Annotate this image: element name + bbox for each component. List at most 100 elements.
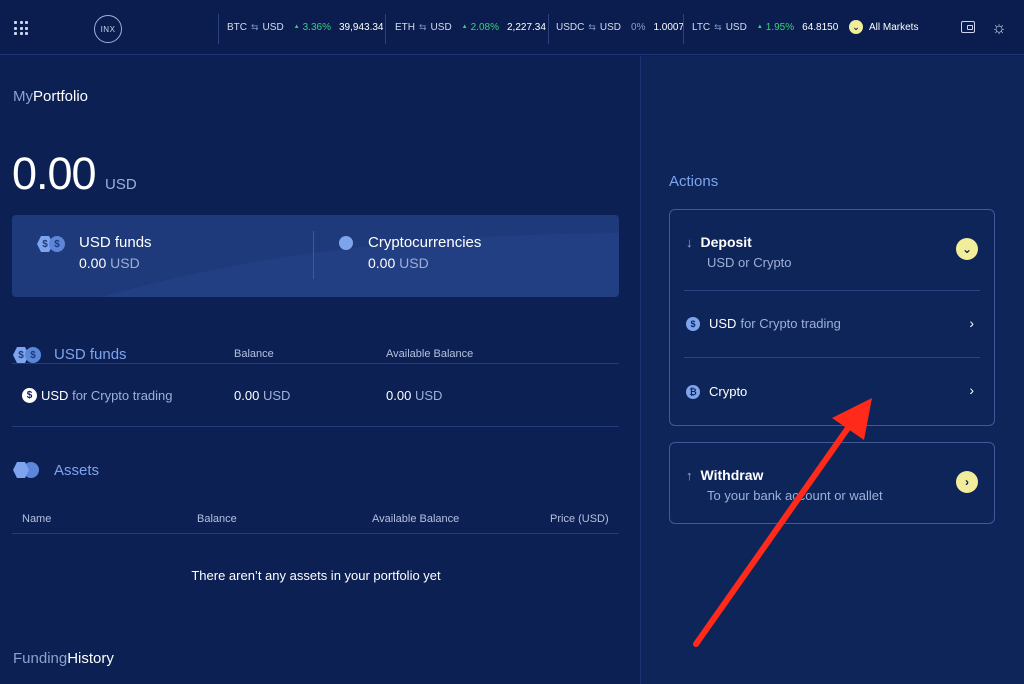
assets-icon [13, 462, 39, 478]
swap-icon: ⇆ [714, 22, 722, 32]
arrow-down-icon: ↓ [686, 235, 693, 250]
funding-title-bold: History [67, 650, 114, 667]
deposit-card: ↓ Deposit USD or Crypto ⌄ $ USD for Crypto… [669, 209, 995, 426]
usd-funds-heading: USD funds [54, 346, 127, 363]
usd-funds-section-icon: $ $ [13, 346, 43, 364]
bitcoin-icon: ₿ [686, 384, 700, 399]
ticker-change: ▲ 2.08% [462, 22, 499, 33]
usd-row-name-rest: for Crypto trading [72, 388, 173, 403]
usd-row-balance-unit: USD [262, 388, 291, 403]
chevron-right-icon[interactable]: › [956, 471, 978, 493]
deposit-option-crypto[interactable]: ₿ Crypto [686, 384, 747, 399]
withdraw-label: Withdraw [700, 467, 764, 483]
ticker-change-value: 1.95% [765, 22, 795, 33]
withdraw-sub: To your bank account or wallet [707, 488, 883, 503]
sun-theme-icon[interactable]: ☼ [989, 18, 1009, 38]
ticker-ltc[interactable]: LTC ⇆ USD ▲ 1.95% 64.8150 [692, 22, 838, 33]
wallet-icon[interactable] [961, 21, 975, 33]
arrow-up-icon: ↑ [686, 468, 693, 483]
ticker-change-value: 3.36% [302, 22, 331, 33]
chevron-right-icon[interactable]: › [969, 382, 974, 398]
col-price: Price (USD) [550, 513, 609, 525]
col-available-balance: Available Balance [386, 348, 474, 360]
summary-crypto: Cryptocurrencies 0.00 USD [368, 234, 481, 271]
chevron-right-icon[interactable]: › [969, 315, 974, 331]
deposit-label: Deposit [700, 234, 752, 250]
col-balance: Balance [234, 348, 274, 360]
divider [385, 14, 386, 44]
total-balance: 0.00 [12, 148, 97, 199]
ticker-base: BTC [227, 22, 247, 33]
inx-logo[interactable]: INX [94, 15, 122, 43]
assets-empty-message: There aren’t any assets in your portfoli… [191, 568, 441, 583]
ticker-usdc[interactable]: USDC ⇆ USD 0% 1.0007 [556, 22, 684, 33]
deposit-header[interactable]: ↓ Deposit [686, 234, 752, 250]
usd-row-balance-amount: 0.00 [234, 388, 260, 403]
ticker-eth[interactable]: ETH ⇆ USD ▲ 2.08% 2,227.34 [395, 22, 546, 33]
ticker-change-value: 0% [631, 22, 646, 33]
ticker-price: 39,943.34 [338, 22, 384, 33]
all-markets-label: All Markets [869, 21, 919, 33]
swap-icon: ⇆ [419, 22, 427, 32]
chevron-down-icon: ⌄ [849, 20, 863, 34]
top-bar: INX BTC ⇆ USD ▲ 3.36% 39,943.34 ETH ⇆ USD… [0, 0, 1024, 55]
actions-panel: Actions ↓ Deposit USD or Crypto ⌄ $ USD fo… [641, 56, 1024, 684]
portfolio-summary-card: $ $ USD funds 0.00 USD Cryptocurrencies 0… [12, 215, 619, 297]
divider [12, 426, 619, 427]
option-usd-bold: USD [709, 316, 737, 331]
divider [684, 290, 980, 291]
portfolio-panel: MyPortfolio 0.00 USD $ $ USD funds 0.00 U… [0, 56, 640, 684]
funding-history-title: FundingHistory [13, 650, 114, 667]
funding-title-light: Funding [13, 650, 68, 667]
withdraw-header[interactable]: ↑ Withdraw [686, 467, 763, 483]
ticker-btc[interactable]: BTC ⇆ USD ▲ 3.36% 39,943.34 [227, 22, 383, 33]
usd-row-name-bold: USD [41, 388, 69, 403]
summary-crypto-amount: 0.00 [368, 255, 396, 271]
summary-usd-unit: USD [110, 255, 140, 271]
ticker-base: LTC [692, 22, 711, 33]
usd-row-available-unit: USD [414, 388, 443, 403]
usd-funds-icon: $ $ [37, 235, 67, 253]
col-balance: Balance [197, 513, 237, 525]
page-title: MyPortfolio [13, 88, 88, 105]
ticker-quote: USD [430, 22, 452, 33]
ticker-quote: USD [725, 22, 747, 33]
crypto-dot-icon [339, 236, 353, 250]
summary-usd-label: USD funds [79, 234, 152, 251]
ticker-change: ▲ 1.95% [757, 22, 794, 33]
ticker-quote: USD [599, 22, 622, 33]
ticker-price: 1.0007 [653, 22, 685, 33]
ticker-change: ▲ 3.36% [294, 22, 331, 33]
usd-row-name[interactable]: USD for Crypto trading [41, 388, 173, 403]
usd-row-available: 0.00 USD [386, 388, 442, 403]
divider [548, 14, 549, 44]
ticker-price: 64.8150 [802, 22, 839, 33]
apps-grid-icon[interactable] [14, 21, 28, 35]
col-name: Name [22, 513, 52, 525]
usd-row-available-amount: 0.00 [386, 388, 412, 403]
deposit-sub: USD or Crypto [707, 255, 792, 270]
option-crypto-label: Crypto [709, 384, 748, 399]
withdraw-card[interactable]: ↑ Withdraw To your bank account or wallet… [669, 442, 995, 524]
ticker-change: 0% [631, 22, 645, 33]
summary-usd-value: 0.00 USD [79, 255, 152, 271]
summary-crypto-label: Cryptocurrencies [368, 234, 482, 251]
title-light: My [13, 88, 33, 105]
option-usd-rest: for Crypto trading [740, 316, 841, 331]
swap-icon: ⇆ [588, 22, 596, 32]
ticker-quote: USD [262, 22, 284, 33]
usd-row-balance: 0.00 USD [234, 388, 290, 403]
divider [12, 533, 619, 534]
summary-usd-amount: 0.00 [79, 255, 107, 271]
divider [683, 14, 684, 44]
ticker-change-value: 2.08% [470, 22, 499, 33]
summary-divider [313, 231, 314, 279]
up-triangle-icon: ▲ [461, 24, 468, 30]
ticker-base: USDC [556, 22, 585, 33]
summary-crypto-unit: USD [399, 255, 429, 271]
up-triangle-icon: ▲ [293, 24, 300, 30]
actions-heading: Actions [669, 173, 719, 190]
deposit-option-usd[interactable]: $ USD for Crypto trading [686, 316, 841, 331]
chevron-down-icon[interactable]: ⌄ [956, 238, 978, 260]
all-markets-dropdown[interactable]: ⌄ All Markets [849, 20, 918, 34]
